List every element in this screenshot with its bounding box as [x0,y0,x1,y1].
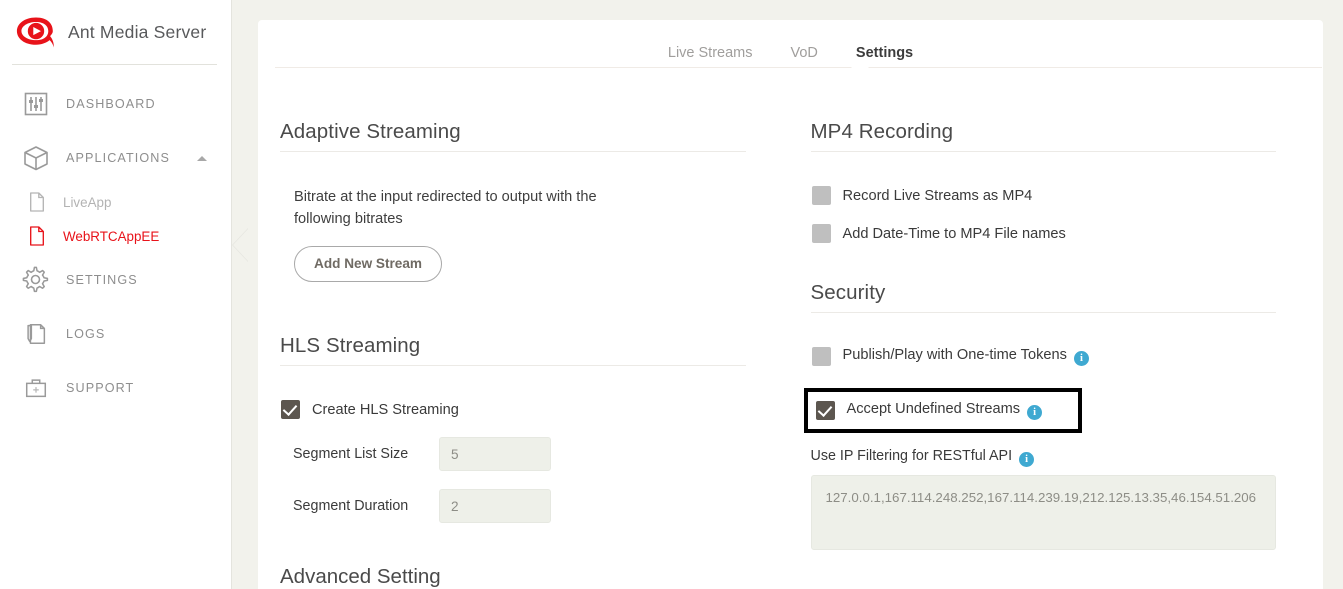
section-rule [280,365,746,366]
accept-undefined-streams-highlight: Accept Undefined Streams i [803,388,1082,433]
accept-undefined-streams-row[interactable]: Accept Undefined Streams i [815,401,1078,420]
section-title-mp4-recording: MP4 Recording [810,120,954,143]
record-live-streams-row[interactable]: Record Live Streams as MP4 [811,186,1304,205]
section-title-advanced-setting: Advanced Setting [280,565,441,588]
sidebar-item-settings[interactable]: SETTINGS [0,253,231,307]
ip-filter-label: Use IP Filtering for RESTful API i [811,448,1304,467]
sidebar-item-logs[interactable]: LOGS [0,307,231,361]
info-icon[interactable]: i [1073,351,1089,366]
adaptive-streaming-note: Bitrate at the input redirected to outpu… [294,189,597,227]
package-box-icon [22,144,50,172]
document-pen-icon [22,320,50,348]
section-title-adaptive-streaming: Adaptive Streaming [280,120,461,143]
create-hls-streaming-checkbox[interactable] [281,400,300,419]
segment-list-size-row: Segment List Size [280,437,773,471]
add-datetime-label: Add Date-Time to MP4 File names [842,225,1066,242]
briefcase-plus-icon [22,374,50,402]
sidebar-subitem-label: LiveApp [63,194,112,210]
record-live-streams-checkbox[interactable] [811,186,831,205]
segment-duration-input[interactable] [439,489,551,523]
ant-media-eye-logo-icon [14,12,58,52]
section-title-security: Security [810,281,886,304]
tab-divider [275,67,1322,68]
tab-vod[interactable]: VoD [791,45,818,68]
segment-duration-label: Segment Duration [293,498,409,514]
sidebar-nav: DASHBOARD APPLICATIONS LiveApp WebRTCApp… [0,65,231,415]
sidebar-item-label: LOGS [66,327,106,341]
section-rule [810,151,1276,152]
sidebar-item-support[interactable]: SUPPORT [0,361,231,415]
one-time-tokens-text: Publish/Play with One-time Tokens [842,347,1067,363]
ip-filter-textarea[interactable]: 127.0.0.1,167.114.248.252,167.114.239.19… [810,475,1276,550]
brand-name: Ant Media Server [68,21,207,42]
active-tab-pointer-icon [850,58,870,68]
add-datetime-row[interactable]: Add Date-Time to MP4 File names [811,224,1304,243]
sidebar-subitem-label: WebRTCAppEE [63,228,160,244]
right-column: MP4 Recording Record Live Streams as MP4… [803,68,1304,589]
record-live-streams-label: Record Live Streams as MP4 [842,187,1033,204]
file-icon [26,190,48,214]
sidebar: Ant Media Server DASHBOARD APPLICATIONS … [0,0,232,589]
settings-columns: Adaptive Streaming Bitrate at the input … [258,68,1323,589]
sidebar-item-label: DASHBOARD [66,97,156,111]
sliders-icon [22,90,50,118]
info-icon[interactable]: i [1027,405,1043,420]
segment-list-size-label: Segment List Size [293,446,409,462]
sidebar-item-label: SETTINGS [66,273,138,287]
sidebar-item-dashboard[interactable]: DASHBOARD [0,77,231,131]
accept-undefined-streams-checkbox[interactable] [815,401,835,420]
info-icon[interactable]: i [1019,452,1035,467]
sidebar-subitem-webrtcappee[interactable]: WebRTCAppEE [0,219,231,253]
sidebar-item-label: APPLICATIONS [66,151,170,165]
segment-duration-row: Segment Duration [280,489,773,523]
add-datetime-checkbox[interactable] [811,224,831,243]
sidebar-item-label: SUPPORT [66,381,135,395]
segment-list-size-input[interactable] [439,437,551,471]
tab-bar: Live Streams VoD Settings [258,20,1323,68]
one-time-tokens-checkbox[interactable] [811,347,831,366]
one-time-tokens-label: Publish/Play with One-time Tokens i [843,347,1089,366]
accept-undefined-streams-label: Accept Undefined Streams i [847,401,1043,420]
section-title-hls-streaming: HLS Streaming [280,334,421,357]
add-new-stream-button[interactable]: Add New Stream [294,246,443,282]
sidebar-item-applications[interactable]: APPLICATIONS [0,131,231,185]
create-hls-streaming-label: Create HLS Streaming [312,401,459,418]
gear-icon [22,266,50,294]
chevron-up-icon[interactable] [197,156,207,161]
accept-undefined-streams-text: Accept Undefined Streams [846,401,1021,417]
sidebar-subitem-liveapp[interactable]: LiveApp [0,185,231,219]
brand[interactable]: Ant Media Server [0,0,231,64]
file-icon-red [26,224,48,248]
content-card: Live Streams VoD Settings Adaptive Strea… [258,20,1323,589]
app-root: Ant Media Server DASHBOARD APPLICATIONS … [0,0,1343,589]
left-column: Adaptive Streaming Bitrate at the input … [280,68,773,589]
sidebar-collapse-notch[interactable] [233,228,249,262]
tab-live-streams[interactable]: Live Streams [668,45,753,68]
ip-filter-text: Use IP Filtering for RESTful API [810,448,1013,464]
one-time-tokens-row[interactable]: Publish/Play with One-time Tokens i [811,347,1304,366]
create-hls-streaming-row[interactable]: Create HLS Streaming [280,400,773,419]
section-rule [810,312,1276,313]
